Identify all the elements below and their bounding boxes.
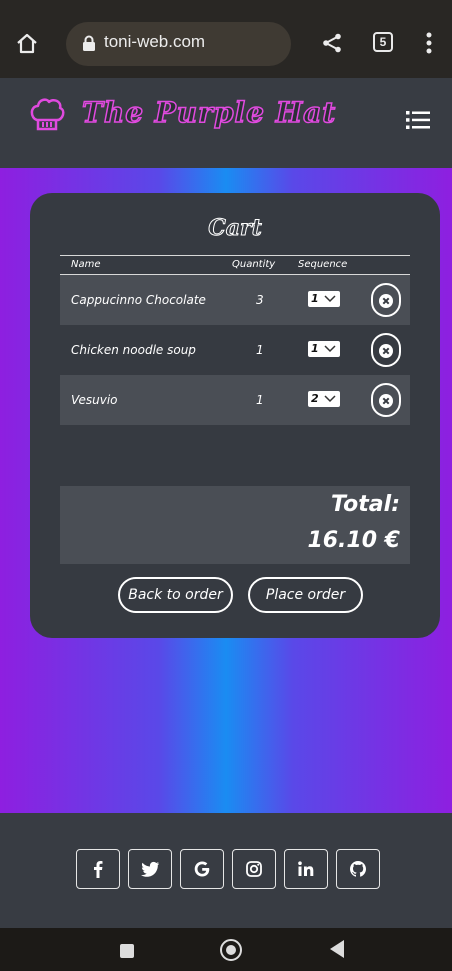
recents-button[interactable] bbox=[120, 944, 134, 958]
system-nav-bar bbox=[0, 928, 452, 971]
item-name: Vesuvio bbox=[71, 393, 118, 407]
linkedin-link[interactable] bbox=[284, 849, 328, 889]
column-header-name: Name bbox=[71, 259, 101, 270]
twitter-link[interactable] bbox=[128, 849, 172, 889]
site-brand[interactable]: The Purple Hat bbox=[81, 95, 336, 130]
total-value: 16.10 € bbox=[307, 528, 400, 553]
more-menu-icon[interactable] bbox=[426, 32, 432, 54]
facebook-icon bbox=[94, 861, 103, 878]
column-header-sequence: Sequence bbox=[298, 259, 348, 270]
twitter-icon bbox=[141, 861, 160, 877]
remove-item-button[interactable] bbox=[371, 383, 401, 417]
google-link[interactable] bbox=[180, 849, 224, 889]
site-header: The Purple Hat bbox=[0, 78, 452, 168]
github-link[interactable] bbox=[336, 849, 380, 889]
item-quantity: 1 bbox=[256, 393, 264, 407]
facebook-link[interactable] bbox=[76, 849, 120, 889]
item-name: Chicken noodle soup bbox=[71, 343, 196, 357]
tab-switcher-button[interactable]: 5 bbox=[373, 32, 393, 52]
nav-menu-icon[interactable] bbox=[406, 110, 430, 130]
remove-item-button[interactable] bbox=[371, 283, 401, 317]
chevron-down-icon bbox=[324, 295, 336, 303]
cart-table: Name Quantity Sequence Cappucinno Chocol… bbox=[60, 255, 410, 425]
sequence-select[interactable]: 1 bbox=[308, 291, 340, 307]
share-icon[interactable] bbox=[322, 33, 342, 53]
total-box: Total: 16.10 € bbox=[60, 486, 410, 564]
instagram-icon bbox=[246, 861, 262, 877]
sequence-select[interactable]: 2 bbox=[308, 391, 340, 407]
item-name: Cappucinno Chocolate bbox=[71, 293, 206, 307]
remove-item-button[interactable] bbox=[371, 333, 401, 367]
instagram-link[interactable] bbox=[232, 849, 276, 889]
home-icon[interactable] bbox=[16, 32, 38, 54]
github-icon bbox=[350, 861, 366, 877]
lock-icon bbox=[83, 35, 95, 51]
chevron-down-icon bbox=[324, 395, 336, 403]
sequence-value: 1 bbox=[311, 292, 319, 305]
table-header: Name Quantity Sequence bbox=[60, 255, 410, 275]
place-order-button[interactable]: Place order bbox=[248, 577, 363, 613]
back-to-order-button[interactable]: Back to order bbox=[118, 577, 233, 613]
cart-title: Cart bbox=[208, 215, 263, 242]
browser-toolbar: toni-web.com 5 bbox=[0, 0, 452, 78]
chevron-down-icon bbox=[324, 345, 336, 353]
column-header-quantity: Quantity bbox=[232, 259, 276, 270]
table-row: Vesuvio 1 2 bbox=[60, 375, 410, 425]
cart-panel: Cart Name Quantity Sequence Cappucinno C… bbox=[30, 193, 440, 638]
table-row: Chicken noodle soup 1 1 bbox=[60, 325, 410, 375]
total-label: Total: bbox=[331, 492, 400, 517]
address-bar[interactable]: toni-web.com bbox=[66, 22, 291, 66]
site-footer bbox=[0, 813, 452, 928]
linkedin-icon bbox=[298, 861, 314, 876]
item-quantity: 3 bbox=[256, 293, 264, 307]
close-icon bbox=[379, 344, 393, 358]
chef-hat-icon[interactable] bbox=[28, 96, 66, 134]
google-icon bbox=[194, 861, 210, 877]
close-icon bbox=[379, 394, 393, 408]
back-button[interactable] bbox=[330, 940, 344, 958]
sequence-value: 2 bbox=[311, 392, 319, 405]
home-button[interactable] bbox=[220, 939, 242, 961]
table-row: Cappucinno Chocolate 3 1 bbox=[60, 275, 410, 325]
sequence-value: 1 bbox=[311, 342, 319, 355]
close-icon bbox=[379, 294, 393, 308]
item-quantity: 1 bbox=[256, 343, 264, 357]
sequence-select[interactable]: 1 bbox=[308, 341, 340, 357]
url-text: toni-web.com bbox=[104, 32, 206, 51]
